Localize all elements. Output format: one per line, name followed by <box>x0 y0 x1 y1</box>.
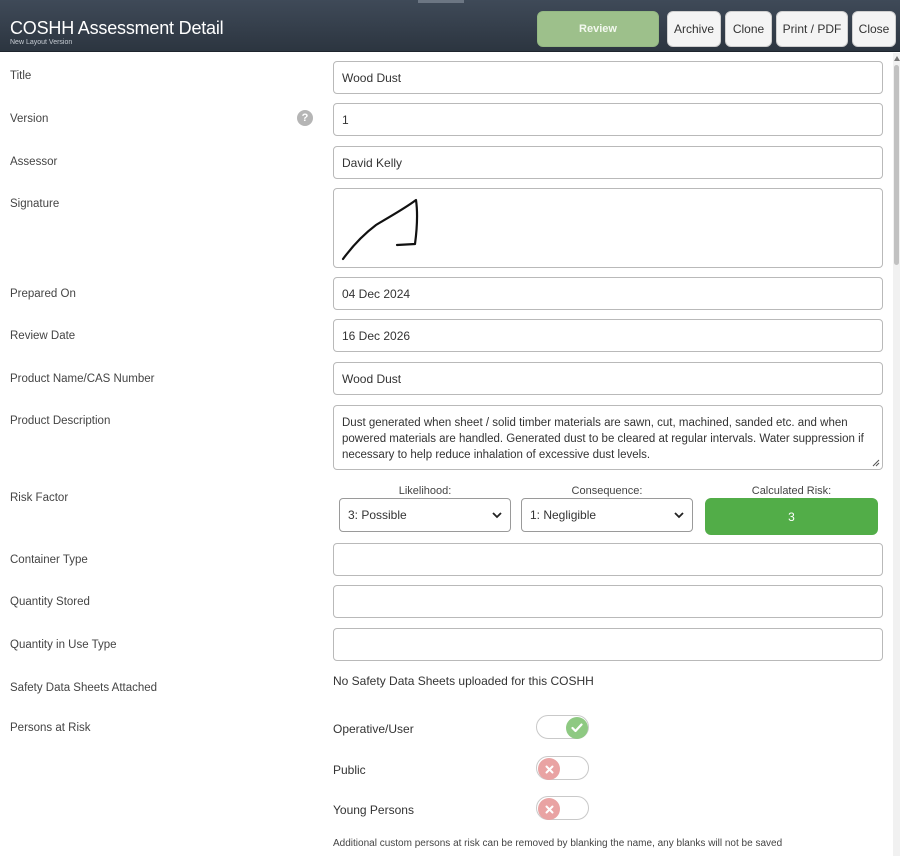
review-date-label: Review Date <box>10 330 76 342</box>
likelihood-select[interactable]: 3: Possible <box>339 498 511 532</box>
quantity-in-use-label: Quantity in Use Type <box>10 639 117 651</box>
title-value: Wood Dust <box>342 70 402 85</box>
window-tab-indicator <box>418 0 464 3</box>
product-name-value: Wood Dust <box>342 371 402 386</box>
product-description-label: Product Description <box>10 415 111 427</box>
chevron-down-icon <box>492 511 502 518</box>
resize-handle-icon[interactable] <box>872 459 880 467</box>
person-public-label: Public <box>333 763 366 777</box>
page-subtitle: New Layout Version <box>10 39 73 46</box>
check-icon <box>566 717 588 739</box>
likelihood-value: 3: Possible <box>348 508 407 522</box>
prepared-on-input[interactable]: 04 Dec 2024 <box>333 277 883 310</box>
product-description-textarea[interactable]: Dust generated when sheet / solid timber… <box>333 405 883 470</box>
product-name-label: Product Name/CAS Number <box>10 373 155 385</box>
help-icon[interactable]: ? <box>297 110 313 126</box>
signature-pad[interactable] <box>333 188 883 268</box>
title-label: Title <box>10 70 32 82</box>
persons-at-risk-note: Additional custom persons at risk can be… <box>333 838 783 849</box>
assessor-input[interactable]: David Kelly <box>333 146 883 179</box>
form-content: Title Wood Dust Version ? 1 Assessor Dav… <box>0 53 893 856</box>
scroll-up-icon[interactable] <box>894 56 900 61</box>
vertical-scrollbar[interactable] <box>893 53 900 856</box>
safety-data-sheets-label: Safety Data Sheets Attached <box>10 682 158 694</box>
assessor-value: David Kelly <box>342 155 403 170</box>
prepared-on-value: 04 Dec 2024 <box>342 286 411 301</box>
version-input[interactable]: 1 <box>333 103 883 136</box>
quantity-stored-label: Quantity Stored <box>10 596 90 608</box>
title-input[interactable]: Wood Dust <box>333 61 883 94</box>
likelihood-label: Likelihood: <box>398 485 452 497</box>
safety-data-sheets-status: No Safety Data Sheets uploaded for this … <box>333 674 594 688</box>
chevron-down-icon <box>674 511 684 518</box>
persons-at-risk-label: Persons at Risk <box>10 722 91 734</box>
product-description-value: Dust generated when sheet / solid timber… <box>342 417 864 461</box>
container-type-input[interactable] <box>333 543 883 576</box>
container-type-label: Container Type <box>10 554 88 566</box>
person-young-toggle[interactable] <box>536 796 589 820</box>
review-date-value: 16 Dec 2026 <box>342 328 411 343</box>
signature-label: Signature <box>10 198 60 210</box>
calculated-risk-badge: 3 <box>705 498 878 535</box>
version-value: 1 <box>342 112 349 127</box>
consequence-select[interactable]: 1: Negligible <box>521 498 693 532</box>
review-date-input[interactable]: 16 Dec 2026 <box>333 319 883 352</box>
person-public-toggle[interactable] <box>536 756 589 780</box>
version-label: Version <box>10 113 49 125</box>
consequence-label: Consequence: <box>571 485 643 497</box>
quantity-stored-input[interactable] <box>333 585 883 618</box>
app-header: COSHH Assessment Detail New Layout Versi… <box>0 0 900 52</box>
cross-icon <box>538 758 560 780</box>
close-button[interactable]: Close <box>852 11 896 47</box>
page-title: COSHH Assessment Detail <box>10 18 224 38</box>
product-name-input[interactable]: Wood Dust <box>333 362 883 395</box>
assessor-label: Assessor <box>10 156 58 168</box>
person-young-label: Young Persons <box>333 803 414 817</box>
person-operative-label: Operative/User <box>333 722 414 736</box>
consequence-value: 1: Negligible <box>530 508 597 522</box>
print-pdf-button[interactable]: Print / PDF <box>776 11 848 47</box>
clone-button[interactable]: Clone <box>725 11 772 47</box>
prepared-on-label: Prepared On <box>10 288 76 300</box>
quantity-in-use-input[interactable] <box>333 628 883 661</box>
scrollbar-thumb[interactable] <box>894 65 899 265</box>
person-operative-toggle[interactable] <box>536 715 589 739</box>
archive-button[interactable]: Archive <box>667 11 721 47</box>
review-button[interactable]: Review <box>537 11 659 47</box>
risk-factor-label: Risk Factor <box>10 492 69 504</box>
cross-icon <box>538 798 560 820</box>
signature-drawing <box>341 198 419 261</box>
calculated-risk-label: Calculated Risk: <box>751 485 832 497</box>
